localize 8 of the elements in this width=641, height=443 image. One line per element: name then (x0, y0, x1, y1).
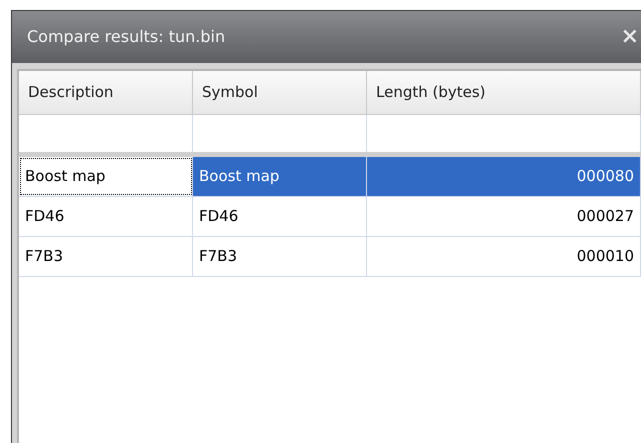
table-cell: Boost map (193, 157, 367, 196)
table-cell: 000080 (367, 157, 641, 196)
close-button[interactable]: × (620, 26, 641, 48)
table-cell: Boost map (19, 157, 193, 196)
column-header[interactable]: Description (19, 71, 193, 114)
window-title: Compare results: tun.bin (27, 26, 226, 48)
column-header[interactable]: Symbol (193, 71, 367, 114)
column-header[interactable]: Length (bytes) (367, 71, 641, 114)
